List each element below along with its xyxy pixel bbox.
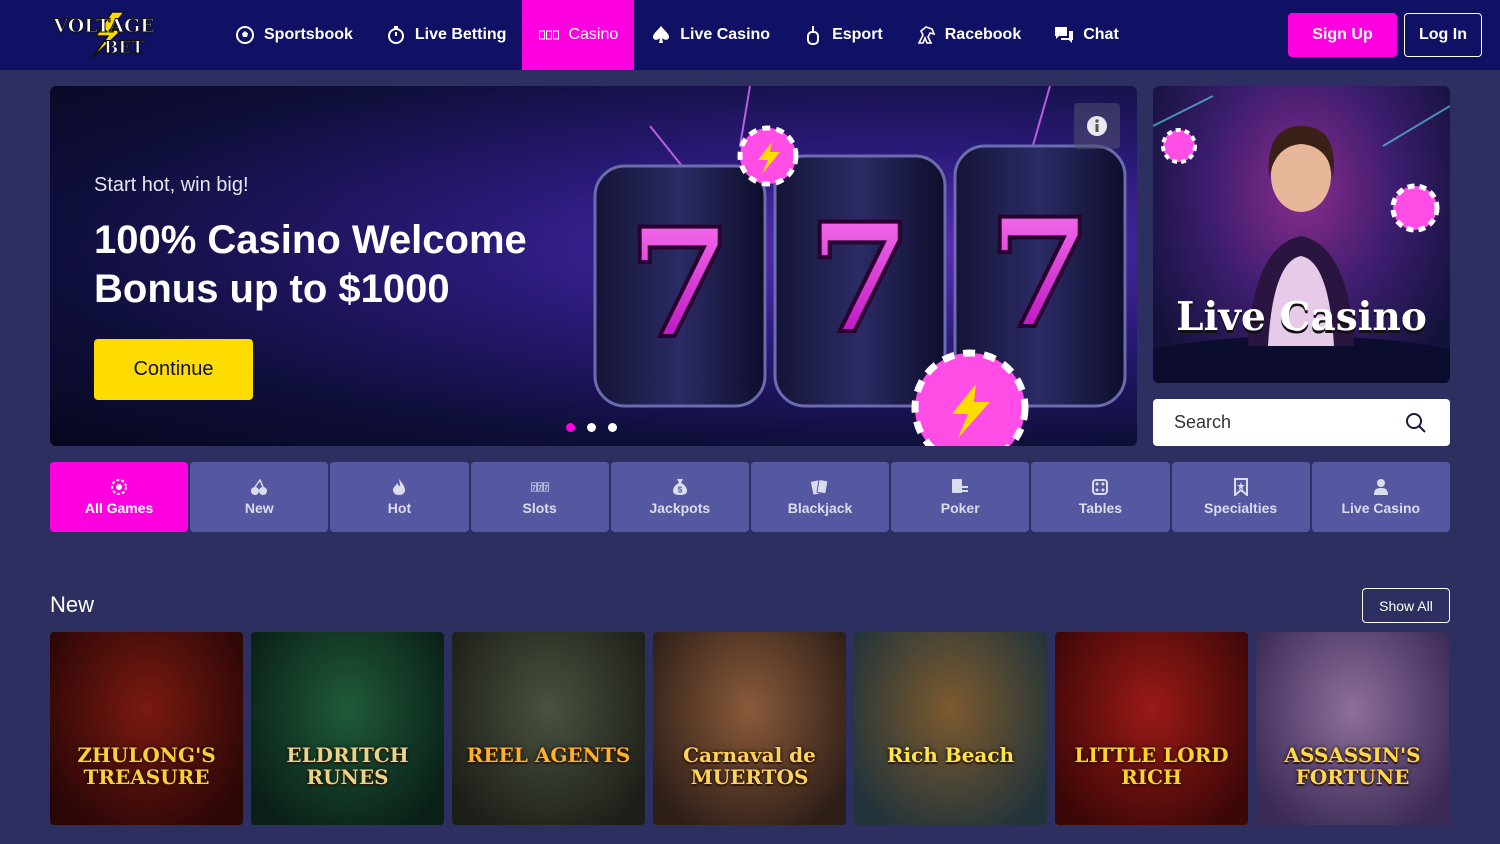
game-title: REEL AGENTS (466, 743, 631, 767)
spade-icon (650, 24, 672, 46)
show-all-button[interactable]: Show All (1362, 588, 1450, 623)
svg-text:7: 7 (988, 186, 1092, 362)
hero-banner[interactable]: 7 7 7 Start hot, win big! 100% Casino We… (50, 86, 1137, 446)
search-box[interactable] (1153, 399, 1450, 446)
nav-label: Esport (832, 26, 883, 43)
nav-label: Racebook (944, 26, 1022, 43)
signup-button[interactable]: Sign Up (1288, 13, 1397, 57)
info-icon (1087, 116, 1107, 136)
category-jackpots[interactable]: $ Jackpots (610, 462, 749, 532)
voltagebet-logo[interactable]: VOLTAGE BET (52, 10, 156, 60)
nav-label: Live Betting (414, 26, 507, 43)
carousel-dots (566, 423, 617, 432)
main-nav: Sportsbook Live Betting Casino Live Casi… (218, 0, 1135, 70)
login-button[interactable]: Log In (1404, 13, 1482, 57)
live-casino-promo[interactable]: Live Casino (1153, 86, 1450, 383)
dice-icon (1091, 478, 1109, 496)
game-tile[interactable]: ELDRITCH RUNES (251, 632, 444, 825)
game-title: ASSASSIN'S FORTUNE (1284, 743, 1421, 789)
new-games-row: ZHULONG'S TREASURE ELDRITCH RUNES REEL A… (50, 632, 1450, 825)
flame-icon (390, 478, 408, 496)
game-title: Carnaval de MUERTOS (683, 743, 816, 789)
category-blackjack[interactable]: Blackjack (750, 462, 890, 532)
banner-title: 100% Casino Welcome Bonus up to $1000 (94, 218, 527, 311)
carousel-dot[interactable] (566, 423, 575, 432)
chat-icon (1053, 24, 1075, 46)
dealer-icon (1372, 478, 1390, 496)
nav-label: Live Casino (680, 26, 771, 43)
game-tile[interactable]: Rich Beach (854, 632, 1047, 825)
category-hot[interactable]: Hot (330, 462, 469, 532)
slot-777-icon (538, 24, 560, 46)
category-new[interactable]: New (190, 462, 329, 532)
category-specialties[interactable]: Specialties (1171, 462, 1310, 532)
horse-icon (915, 24, 937, 46)
cherries-icon (250, 478, 268, 496)
logo-text-2: BET (104, 38, 144, 58)
nav-label: Chat (1083, 26, 1119, 43)
cards-icon (811, 478, 829, 496)
svg-text:7: 7 (808, 191, 912, 367)
game-title: LITTLE LORD RICH (1074, 743, 1229, 789)
category-label: Slots (522, 500, 557, 516)
nav-sportsbook[interactable]: Sportsbook (218, 0, 369, 70)
nav-label: Sportsbook (264, 26, 353, 43)
game-tile[interactable]: ASSASSIN'S FORTUNE (1256, 632, 1449, 825)
category-label: Jackpots (649, 500, 711, 516)
live-casino-promo-title: Live Casino (1176, 294, 1427, 340)
category-tabs: All Games New Hot 777 Slots $ Jackpots B… (50, 462, 1450, 532)
nav-live-betting[interactable]: Live Betting (369, 0, 523, 70)
nav-esport[interactable]: Esport (786, 0, 899, 70)
carousel-dot[interactable] (587, 423, 596, 432)
svg-text:7: 7 (628, 196, 732, 372)
category-label: All Games (84, 500, 154, 516)
carousel-dot[interactable] (608, 423, 617, 432)
nav-racebook[interactable]: Racebook (899, 0, 1037, 70)
svg-text:7: 7 (538, 485, 542, 492)
soccer-ball-icon (234, 24, 256, 46)
game-title: ELDRITCH RUNES (286, 743, 409, 789)
game-tile[interactable]: Carnaval de MUERTOS (653, 632, 846, 825)
game-tile[interactable]: REEL AGENTS (452, 632, 645, 825)
stopwatch-icon (385, 24, 407, 46)
category-label: Poker (940, 500, 980, 516)
continue-button[interactable]: Continue (94, 339, 253, 400)
category-tables[interactable]: Tables (1031, 462, 1170, 532)
category-live-casino[interactable]: Live Casino (1311, 462, 1450, 532)
all-games-icon (110, 478, 128, 496)
category-label: Specialties (1204, 500, 1278, 516)
category-all-games[interactable]: All Games (50, 462, 189, 532)
category-label: New (244, 500, 274, 516)
search-input[interactable] (1153, 412, 1393, 433)
top-header: VOLTAGE BET Sportsbook Live Betting Casi… (0, 0, 1500, 70)
svg-text:$: $ (678, 486, 683, 495)
svg-text:7: 7 (544, 485, 548, 492)
search-icon[interactable] (1404, 411, 1428, 435)
game-tile[interactable]: LITTLE LORD RICH (1055, 632, 1248, 825)
nav-label: Casino (568, 26, 619, 43)
game-tile[interactable]: ZHULONG'S TREASURE (50, 632, 243, 825)
category-label: Tables (1078, 500, 1123, 516)
info-button[interactable] (1074, 103, 1120, 149)
joystick-icon (802, 24, 824, 46)
svg-text:7: 7 (532, 485, 536, 492)
nav-casino[interactable]: Casino (522, 0, 635, 70)
game-title: ZHULONG'S TREASURE (77, 743, 216, 789)
logo-text-1: VOLTAGE (52, 15, 154, 37)
section-title-new: New (50, 592, 95, 617)
ribbon-icon (1232, 478, 1250, 496)
game-title: Rich Beach (886, 743, 1015, 767)
category-poker[interactable]: Poker (891, 462, 1030, 532)
poker-icon (951, 478, 969, 496)
category-slots[interactable]: 777 Slots (470, 462, 609, 532)
category-label: Live Casino (1341, 500, 1421, 516)
nav-chat[interactable]: Chat (1037, 0, 1135, 70)
category-label: Hot (387, 500, 412, 516)
banner-subtitle: Start hot, win big! (94, 174, 249, 196)
nav-live-casino[interactable]: Live Casino (634, 0, 786, 70)
slots-777-icon: 777 (530, 478, 549, 496)
money-bag-icon: $ (671, 478, 689, 496)
category-label: Blackjack (787, 500, 853, 516)
